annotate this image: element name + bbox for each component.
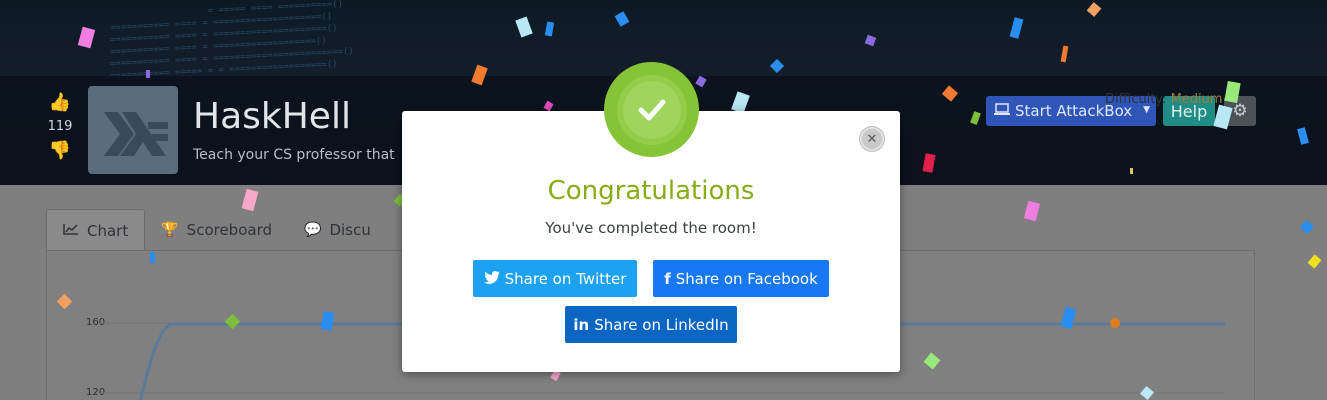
share-twitter-label: Share on Twitter — [504, 269, 627, 288]
share-twitter-button[interactable]: Share on Twitter — [473, 260, 637, 297]
twitter-icon — [483, 270, 500, 288]
confetti-piece — [1110, 318, 1120, 328]
badge-icon — [604, 62, 699, 157]
share-facebook-button[interactable]: f Share on Facebook — [653, 260, 829, 297]
linkedin-icon: in — [573, 315, 590, 334]
confetti-piece — [146, 70, 150, 78]
difficulty-label: Difficulty: — [1105, 92, 1167, 107]
thumbs-up-icon[interactable]: 👍 — [44, 92, 76, 113]
line-chart-icon — [63, 223, 79, 239]
laptop-icon — [994, 103, 1010, 119]
confetti-piece — [1130, 168, 1133, 174]
confetti-piece — [150, 252, 155, 263]
modal-title: Congratulations — [547, 176, 755, 206]
share-linkedin-button[interactable]: in Share on LinkedIn — [565, 306, 737, 343]
thumbs-down-icon[interactable]: 👎 — [44, 140, 76, 161]
close-icon[interactable]: ✕ — [860, 127, 884, 151]
vote-widget: 👍 119 👎 — [44, 92, 76, 161]
vote-count: 119 — [47, 119, 73, 134]
modal-message: You've completed the room! — [545, 219, 757, 237]
share-linkedin-label: Share on LinkedIn — [594, 315, 729, 334]
difficulty-value: Medium — [1170, 92, 1223, 107]
checkmark-icon — [622, 80, 681, 139]
facebook-icon: f — [664, 269, 671, 288]
share-facebook-label: Share on Facebook — [675, 269, 818, 288]
difficulty-indicator: Difficulty: Medium — [1105, 92, 1223, 107]
